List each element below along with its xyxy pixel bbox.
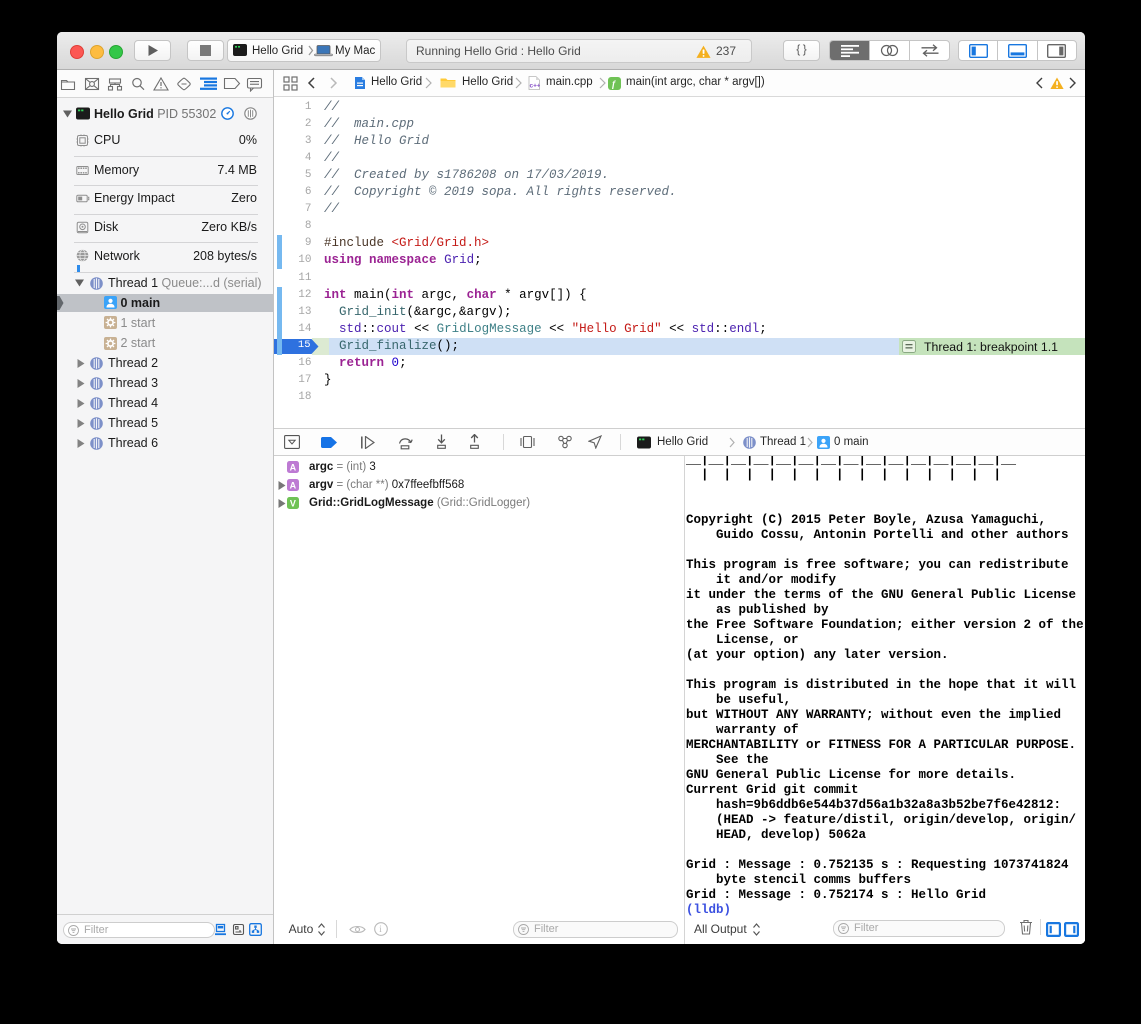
svg-text:i: i xyxy=(379,924,382,934)
svg-text:Hello Grid: Hello Grid xyxy=(252,45,303,57)
svg-text:A: A xyxy=(290,481,297,491)
svg-text:A: A xyxy=(290,463,297,473)
svg-text:c++: c++ xyxy=(530,83,541,90)
svg-text:My Mac: My Mac xyxy=(335,45,376,57)
svg-text:V: V xyxy=(290,499,296,509)
